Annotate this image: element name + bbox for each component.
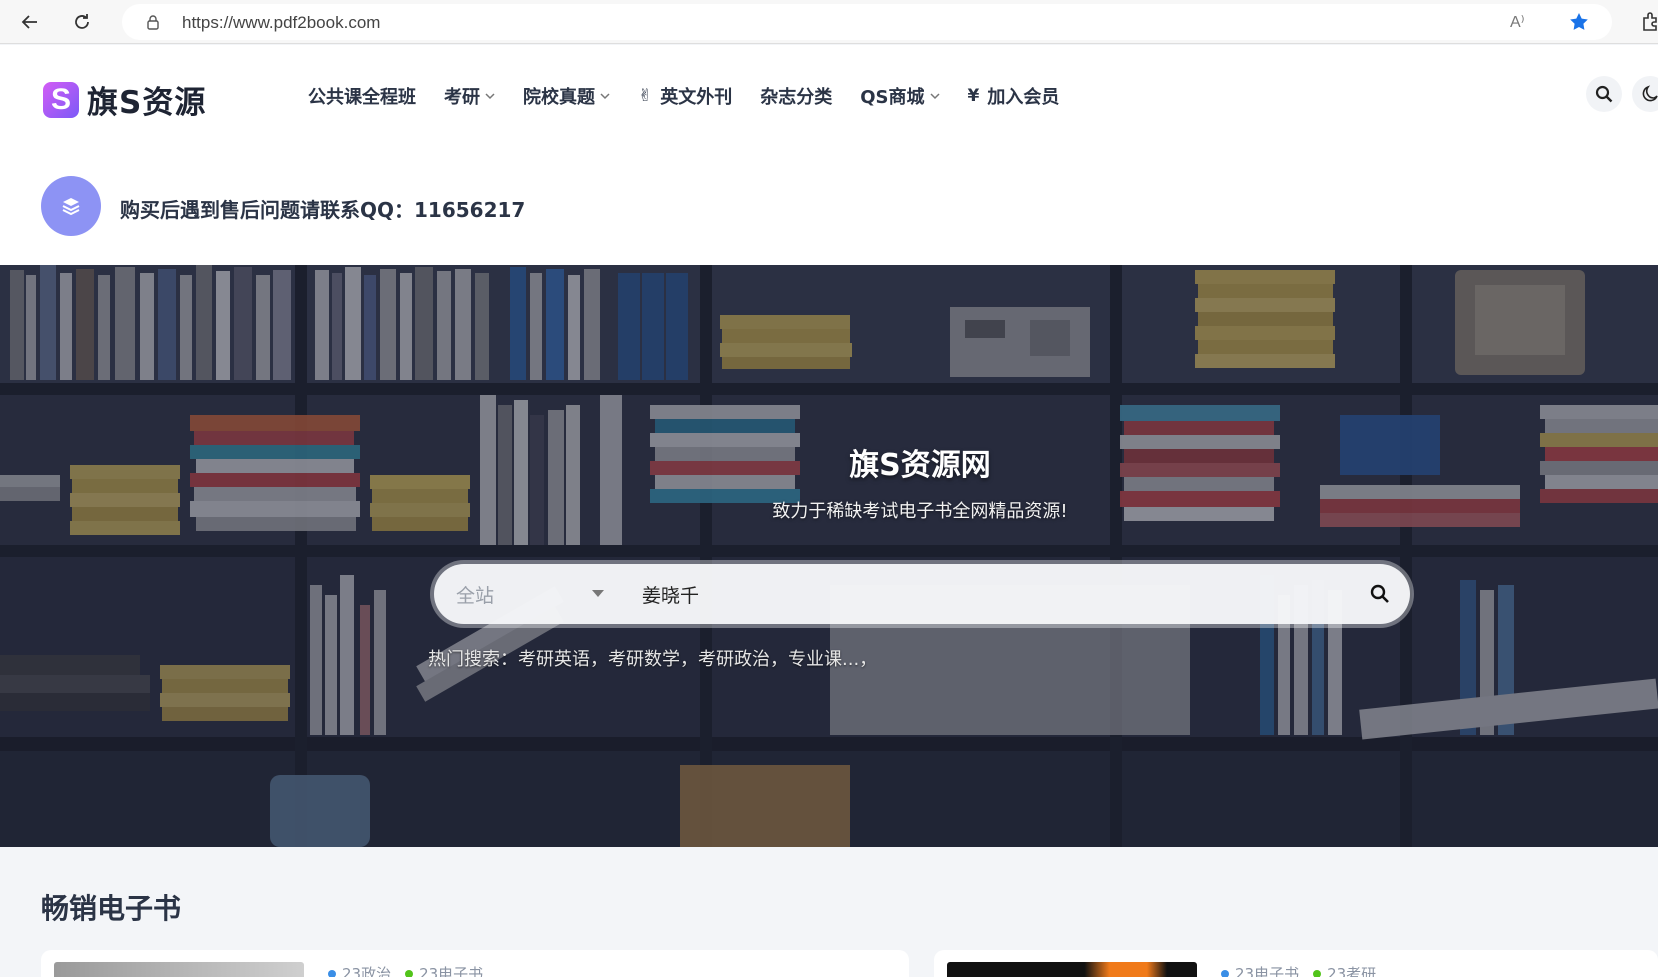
logo-mark: S [43, 81, 79, 118]
url-text[interactable]: https://www.pdf2book.com [182, 13, 380, 33]
back-arrow-icon [21, 15, 37, 29]
chevron-down-icon [600, 93, 610, 100]
tag[interactable]: 23政治 [328, 963, 391, 977]
nav-item-english-journals[interactable]: ✌ 英文外刊 [638, 83, 732, 109]
nav-label: 杂志分类 [760, 87, 833, 108]
search-icon [1595, 85, 1613, 103]
notice-text: 购买后遇到售后问题请联系QQ：11656217 [120, 198, 526, 222]
hero-banner: 旗S资源网 致力于稀缺考试电子书全网精品资源! 全站 热门搜索：考研英语，考研数… [0, 265, 1658, 847]
search-input[interactable] [630, 564, 1290, 624]
layers-icon [41, 176, 101, 236]
card-tags: 23电子书 23考研 [1221, 963, 1390, 977]
yen-icon: ¥ [967, 86, 980, 106]
book-card[interactable]: 23电子书 23考研 [934, 950, 1658, 977]
search-icon [1370, 584, 1389, 603]
nav-item-qs-shop[interactable]: QS商城 [860, 83, 940, 109]
refresh-button[interactable] [66, 6, 98, 38]
nav-label: QS商城 [860, 87, 925, 108]
book-thumbnail[interactable] [54, 962, 304, 977]
moon-icon [1642, 85, 1658, 102]
tag[interactable]: 23电子书 [405, 963, 483, 977]
bookshelf-background-image [0, 265, 1658, 847]
tag-label: 23电子书 [1235, 965, 1300, 977]
hot-search-text[interactable]: 热门搜索：考研英语，考研数学，考研政治，专业课...， [428, 645, 877, 671]
lock-icon [147, 15, 159, 30]
tag-dot [1221, 969, 1229, 977]
search-inner: 全站 [434, 564, 1410, 624]
search-scope-select[interactable]: 全站 [456, 581, 494, 608]
nav-item-kaoyan[interactable]: 考研 [444, 83, 495, 109]
search-submit-button[interactable] [1364, 578, 1396, 610]
nav-item-join-member[interactable]: ¥ 加入会员 [968, 83, 1060, 109]
browser-toolbar: https://www.pdf2book.com A⁾ [0, 0, 1658, 44]
refresh-icon [75, 14, 89, 29]
read-aloud-icon[interactable]: A⁾ [1510, 12, 1532, 32]
tag-label: 23政治 [342, 965, 392, 977]
tag-dot [1313, 969, 1322, 977]
section-title: 畅销电子书 [41, 892, 182, 925]
card-tags: 23政治 23电子书 [328, 963, 497, 977]
book-thumbnail[interactable] [947, 962, 1197, 977]
address-bar[interactable]: https://www.pdf2book.com A⁾ [122, 4, 1612, 40]
chevron-down-icon [929, 93, 940, 100]
nav-item-school-exams[interactable]: 院校真题 [523, 83, 610, 109]
back-button[interactable] [14, 6, 46, 38]
hero-title: 旗S资源网 [849, 448, 991, 483]
extensions-puzzle-icon[interactable] [1640, 10, 1658, 34]
hero-subtitle: 致力于稀缺考试电子书全网精品资源! [772, 501, 1068, 522]
nav-label: 院校真题 [523, 87, 595, 108]
search-button[interactable] [1586, 76, 1622, 112]
main-nav: 公共课全程班 考研 院校真题 ✌ 英文外刊 杂志分类 QS商城 ¥ 加入会员 [308, 83, 1087, 109]
site-header: S 旗S资源 公共课全程班 考研 院校真题 ✌ 英文外刊 杂志分类 QS商城 ¥ 加… [0, 45, 1658, 145]
favorite-star-icon[interactable] [1568, 11, 1590, 33]
victory-hand-icon: ✌ [638, 86, 653, 106]
nav-label: 考研 [444, 87, 480, 108]
tag-dot [328, 969, 336, 977]
tag-dot [405, 969, 414, 977]
nav-label: 加入会员 [987, 87, 1060, 108]
tag-label: 23考研 [1327, 965, 1377, 977]
nav-label: 英文外刊 [660, 87, 733, 108]
caret-down-icon[interactable] [592, 590, 604, 597]
notice-bar: 购买后遇到售后问题请联系QQ：11656217 [0, 145, 1658, 265]
nav-item-magazines[interactable]: 杂志分类 [760, 83, 832, 109]
tag[interactable]: 23电子书 [1221, 963, 1299, 977]
dark-mode-toggle[interactable] [1632, 76, 1658, 112]
nav-item-public-course[interactable]: 公共课全程班 [308, 83, 416, 109]
tag-label: 23电子书 [419, 965, 484, 977]
site-logo[interactable]: S 旗S资源 [43, 77, 206, 122]
nav-label: 公共课全程班 [308, 87, 416, 108]
logo-text: 旗S资源 [87, 85, 207, 121]
chevron-down-icon [485, 93, 495, 100]
hero-search-box: 全站 [430, 560, 1414, 628]
tag[interactable]: 23考研 [1313, 963, 1376, 977]
book-card[interactable]: 23政治 23电子书 [41, 950, 909, 977]
